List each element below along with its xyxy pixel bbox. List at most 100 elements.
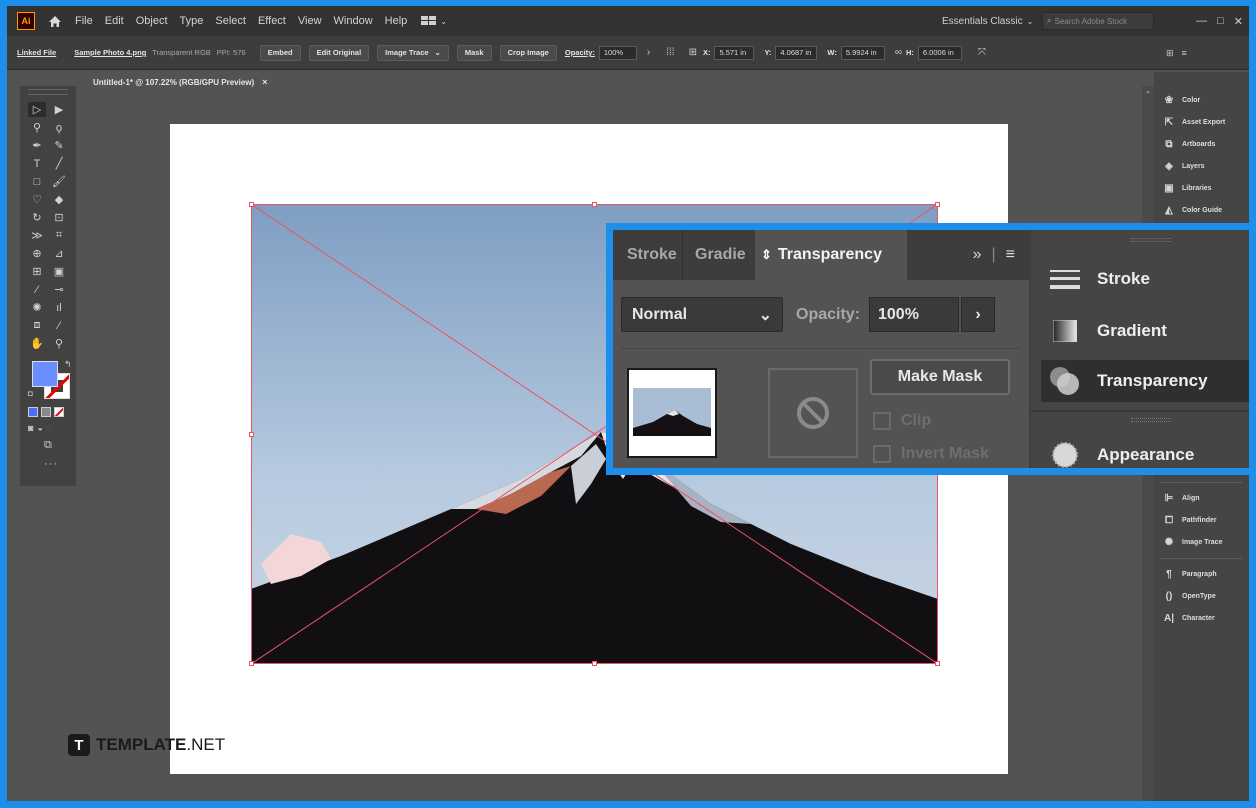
- blend-tool-icon[interactable]: ⊸: [50, 282, 68, 297]
- line-tool-icon[interactable]: ╱: [50, 156, 68, 171]
- draw-inside-icon[interactable]: ◌: [47, 423, 52, 433]
- menu-view[interactable]: View: [298, 15, 322, 27]
- reference-point-icon[interactable]: ⊞: [689, 47, 697, 58]
- mask-button[interactable]: Mask: [456, 44, 492, 61]
- selection-tool-icon[interactable]: ▷: [28, 102, 46, 117]
- direct-selection-tool-icon[interactable]: ▶: [50, 102, 68, 117]
- tab-transparency[interactable]: ⇕ Transparency: [755, 230, 907, 280]
- document-tab[interactable]: Untitled-1* @ 107.22% (RGB/GPU Preview) …: [85, 70, 276, 94]
- tab-stroke[interactable]: Stroke: [613, 230, 683, 280]
- eyedropper-tool-icon[interactable]: ⁄: [28, 282, 46, 297]
- draw-normal-icon[interactable]: ◙: [28, 423, 33, 433]
- type-tool-icon[interactable]: T: [28, 156, 46, 171]
- none-mode-icon[interactable]: [54, 407, 64, 417]
- perspective-grid-tool-icon[interactable]: ⊿: [50, 246, 68, 261]
- arrange-icon[interactable]: ⊞: [1166, 48, 1174, 59]
- opacity-input[interactable]: 100%: [598, 45, 637, 60]
- invert-mask-checkbox-box[interactable]: [873, 445, 891, 463]
- menu-edit[interactable]: Edit: [105, 15, 124, 27]
- clip-checkbox[interactable]: Clip: [873, 411, 931, 431]
- clip-checkbox-box[interactable]: [873, 412, 891, 430]
- side-item-gradient[interactable]: Gradient: [1041, 310, 1249, 352]
- magic-wand-tool-icon[interactable]: ⚲: [28, 120, 46, 135]
- eraser-tool-icon[interactable]: ◆: [50, 192, 68, 207]
- dock-item-align[interactable]: ⊫ Align: [1162, 489, 1200, 507]
- draw-behind-icon[interactable]: ◒: [37, 423, 42, 433]
- dock-item-artboards[interactable]: ⧉ Artboards: [1162, 135, 1215, 153]
- menu-file[interactable]: File: [75, 15, 93, 27]
- h-input[interactable]: 6.0006 in: [917, 45, 962, 60]
- transform-icon[interactable]: ⤧: [978, 47, 986, 58]
- color-mode-icon[interactable]: [28, 407, 38, 417]
- dock-item-color-guide[interactable]: ◭ Color Guide: [1162, 201, 1222, 219]
- side-item-transparency[interactable]: Transparency: [1041, 360, 1249, 402]
- swap-colors-icon[interactable]: ↰: [64, 359, 72, 370]
- scroll-up-icon[interactable]: ⌃: [1142, 90, 1154, 102]
- panel-menu-icon[interactable]: ≡: [1006, 246, 1015, 264]
- screen-mode-icon[interactable]: ⧉: [20, 435, 76, 452]
- chevron-right-icon[interactable]: ›: [647, 47, 650, 58]
- x-input[interactable]: 5.571 in: [714, 45, 755, 60]
- fill-swatch[interactable]: [32, 361, 58, 387]
- close-button[interactable]: ✕: [1234, 15, 1243, 28]
- dock-item-character[interactable]: A| Character: [1162, 609, 1215, 627]
- more-tools-icon[interactable]: ···: [20, 452, 76, 470]
- close-tab-icon[interactable]: ×: [262, 77, 267, 87]
- panel-menu-icon[interactable]: ≡: [1182, 48, 1187, 58]
- panel-grip[interactable]: [1131, 238, 1171, 242]
- dock-item-color[interactable]: ❀ Color: [1162, 91, 1200, 109]
- embed-button[interactable]: Embed: [259, 44, 301, 61]
- edit-original-button[interactable]: Edit Original: [308, 44, 370, 61]
- stock-search-input[interactable]: ⌕ Search Adobe Stock: [1042, 12, 1154, 30]
- image-trace-button[interactable]: Image Trace ⌄: [377, 44, 449, 61]
- shaper-tool-icon[interactable]: ♡: [28, 192, 46, 207]
- curvature-tool-icon[interactable]: ✎: [50, 138, 68, 153]
- menu-select[interactable]: Select: [215, 15, 246, 27]
- tab-gradient[interactable]: Gradie: [683, 230, 755, 280]
- default-colors-icon[interactable]: ◘: [28, 389, 33, 398]
- dock-item-libraries[interactable]: ▣ Libraries: [1162, 179, 1211, 197]
- object-thumbnail[interactable]: [627, 368, 717, 458]
- free-transform-tool-icon[interactable]: ⌗: [50, 228, 68, 243]
- home-icon[interactable]: [47, 13, 63, 29]
- menu-object[interactable]: Object: [136, 15, 168, 27]
- dock-item-image-trace[interactable]: ✺ Image Trace: [1162, 533, 1223, 551]
- mesh-tool-icon[interactable]: ⊞: [28, 264, 46, 279]
- dock-item-opentype[interactable]: () OpenType: [1162, 587, 1216, 605]
- dock-item-pathfinder[interactable]: ⧠ Pathfinder: [1162, 511, 1217, 529]
- rectangle-tool-icon[interactable]: □: [28, 174, 46, 189]
- gradient-tool-icon[interactable]: ▣: [50, 264, 68, 279]
- pen-tool-icon[interactable]: ✒: [28, 138, 46, 153]
- opacity-slider-toggle[interactable]: ›: [961, 297, 995, 332]
- file-name[interactable]: Sample Photo 4.png: [74, 48, 146, 57]
- arrange-documents-icon[interactable]: ⌄: [421, 16, 447, 26]
- dock-item-paragraph[interactable]: ¶ Paragraph: [1162, 565, 1216, 583]
- crop-image-button[interactable]: Crop Image: [499, 44, 557, 61]
- w-input[interactable]: 5.9924 in: [840, 45, 885, 60]
- mask-thumbnail[interactable]: [768, 368, 858, 458]
- opacity-input[interactable]: 100%: [869, 297, 959, 332]
- menu-effect[interactable]: Effect: [258, 15, 286, 27]
- rotate-tool-icon[interactable]: ↻: [28, 210, 46, 225]
- minimize-button[interactable]: —: [1196, 15, 1207, 27]
- zoom-tool-icon[interactable]: ⚲: [50, 336, 68, 351]
- artboard-tool-icon[interactable]: ⧈: [28, 318, 46, 333]
- make-mask-button[interactable]: Make Mask: [870, 359, 1010, 395]
- gradient-mode-icon[interactable]: [41, 407, 51, 417]
- linked-file-link[interactable]: Linked File: [17, 48, 56, 57]
- slice-tool-icon[interactable]: ∕: [50, 318, 68, 333]
- blend-mode-select[interactable]: Normal ⌄: [621, 297, 783, 332]
- collapse-panel-icon[interactable]: »: [973, 246, 982, 264]
- graph-tool-icon[interactable]: ıl: [50, 300, 68, 315]
- menu-help[interactable]: Help: [385, 15, 408, 27]
- dock-item-layers[interactable]: ◈ Layers: [1162, 157, 1204, 175]
- y-input[interactable]: 4.0687 in: [775, 45, 818, 60]
- workspace-switcher[interactable]: Essentials Classic ⌄: [942, 13, 1033, 29]
- symbol-sprayer-tool-icon[interactable]: ✺: [28, 300, 46, 315]
- menu-window[interactable]: Window: [334, 15, 373, 27]
- lasso-tool-icon[interactable]: ϙ: [50, 120, 68, 135]
- dock-item-asset-export[interactable]: ⇱ Asset Export: [1162, 113, 1225, 131]
- toolbar-grip[interactable]: [28, 89, 68, 95]
- paintbrush-tool-icon[interactable]: 🖌: [50, 174, 68, 189]
- shape-builder-tool-icon[interactable]: ⊕: [28, 246, 46, 261]
